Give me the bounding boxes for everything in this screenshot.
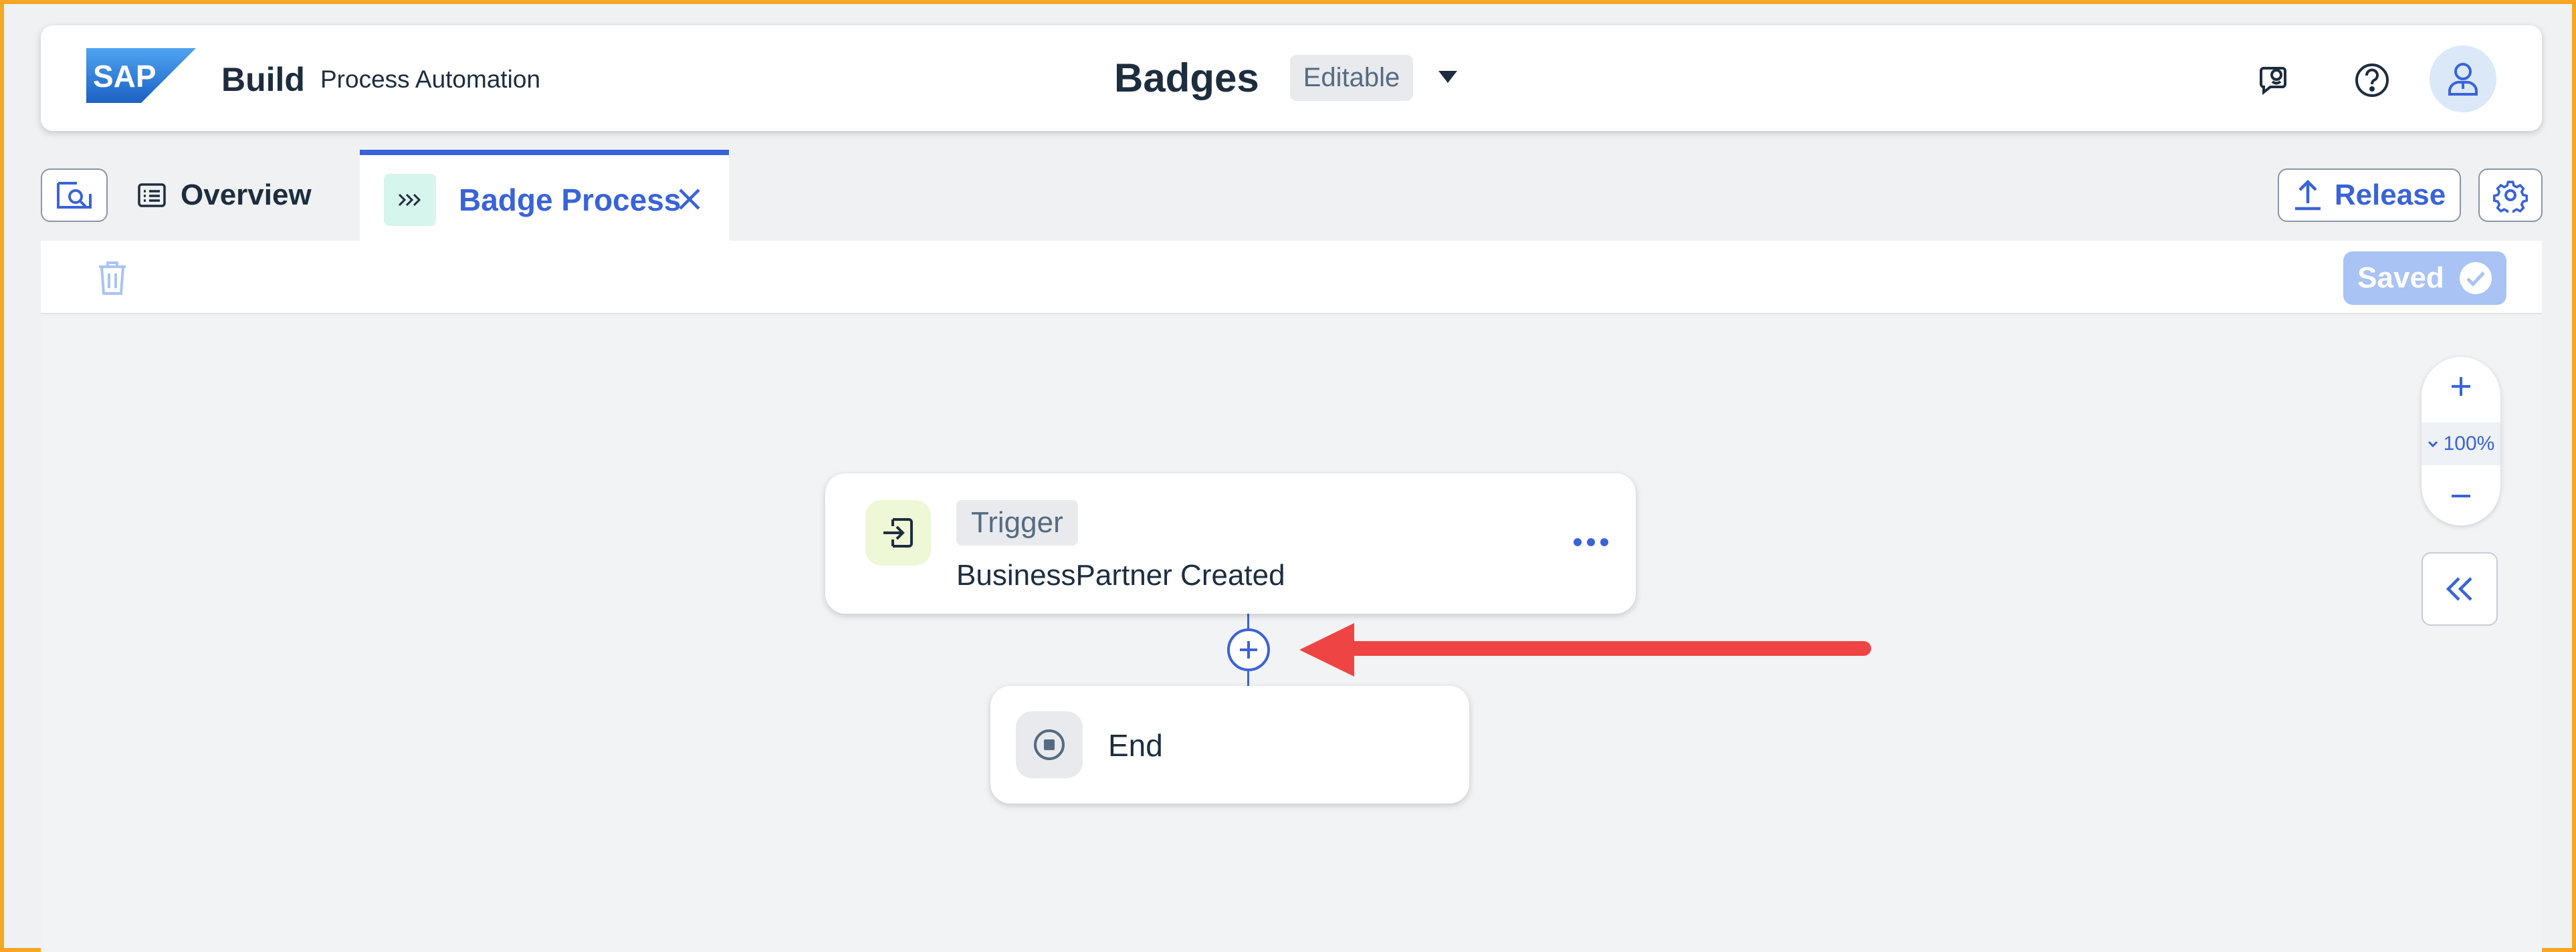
- page-title: Badges: [1114, 55, 1259, 100]
- zoom-level-selector[interactable]: 100%: [2422, 423, 2500, 465]
- add-step-button[interactable]: [1227, 628, 1270, 671]
- user-avatar-icon[interactable]: [2430, 45, 2496, 112]
- plus-icon: [1240, 641, 1257, 659]
- search-process-button[interactable]: [41, 168, 108, 222]
- more-options-icon[interactable]: [1564, 525, 1618, 559]
- upload-icon: [2294, 179, 2321, 211]
- tab-overview[interactable]: Overview: [138, 168, 312, 222]
- release-button[interactable]: Release: [2278, 168, 2461, 222]
- zoom-level-value: 100%: [2443, 433, 2495, 455]
- collapse-panel-button[interactable]: [2422, 552, 2498, 626]
- end-step-card[interactable]: End: [990, 686, 1469, 804]
- help-icon[interactable]: [2345, 53, 2399, 107]
- joule-assistant-icon[interactable]: [2246, 53, 2300, 107]
- saved-label: Saved: [2357, 261, 2444, 294]
- gear-icon: [2493, 181, 2528, 213]
- chevron-down-icon: [2428, 441, 2438, 448]
- svg-text:SAP: SAP: [93, 59, 156, 94]
- close-tab-icon[interactable]: [673, 179, 706, 219]
- version-dropdown-icon[interactable]: [1433, 63, 1463, 92]
- double-chevron-left-icon: [2446, 577, 2472, 601]
- editable-status-tag: Editable: [1289, 54, 1414, 101]
- process-icon: [384, 174, 436, 226]
- zoom-controls: 100%: [2422, 357, 2500, 525]
- trigger-name: BusinessPartner Created: [956, 559, 1285, 592]
- stop-icon: [1016, 711, 1083, 778]
- delete-icon[interactable]: [92, 257, 133, 300]
- trigger-type-tag: Trigger: [956, 500, 1078, 546]
- process-canvas[interactable]: 100% Trigger BusinessPartner Created End: [41, 314, 2542, 952]
- trigger-enter-icon: [865, 500, 931, 566]
- trigger-step-card[interactable]: Trigger BusinessPartner Created: [825, 473, 1636, 614]
- product-subtitle: Process Automation: [320, 66, 541, 93]
- overview-list-icon: [138, 183, 166, 207]
- sap-logo[interactable]: SAP: [86, 48, 196, 103]
- product-name: Build: [221, 61, 305, 98]
- screenshot-frame: SAP Build Process Automation Badges Edit…: [0, 0, 2576, 952]
- shell-bar: SAP Build Process Automation Badges Edit…: [41, 25, 2542, 131]
- tab-badge-process-label: Badge Process: [459, 183, 681, 217]
- saved-button[interactable]: Saved: [2343, 251, 2506, 305]
- end-step-label: End: [1108, 728, 1163, 763]
- settings-button[interactable]: [2478, 168, 2543, 222]
- annotation-arrow: [1299, 623, 1871, 677]
- zoom-in-button[interactable]: [2441, 366, 2481, 406]
- tab-badge-process[interactable]: Badge Process: [360, 150, 729, 241]
- search-icon: [57, 182, 92, 209]
- connector-top: [1247, 614, 1249, 628]
- checkmark-icon: [2459, 262, 2492, 294]
- title-group: Badges Editable: [1114, 51, 1463, 104]
- editor-toolbar: Saved: [41, 241, 2542, 314]
- zoom-out-button[interactable]: [2441, 476, 2481, 516]
- tab-overview-label: Overview: [181, 178, 312, 211]
- connector-bottom: [1247, 671, 1249, 686]
- release-label: Release: [2334, 178, 2446, 211]
